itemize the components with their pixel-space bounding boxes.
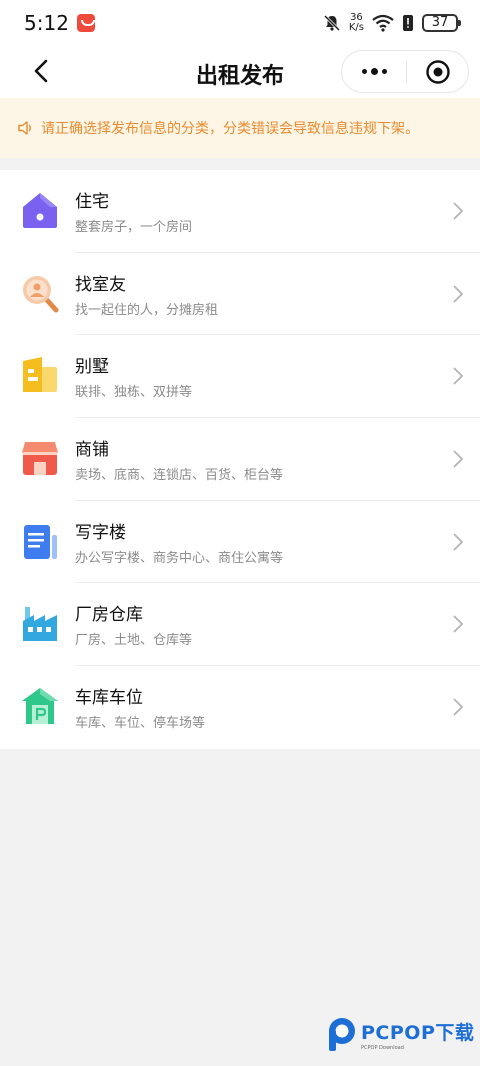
category-title: 写字楼 xyxy=(75,522,126,543)
category-subtitle: 找一起住的人，分摊房租 xyxy=(75,302,219,318)
more-dot-center xyxy=(370,68,378,75)
garage-icon xyxy=(22,688,58,725)
watermark-text: PCPOP下载 xyxy=(361,1021,475,1044)
close-mini-program-button[interactable] xyxy=(407,51,469,92)
back-arrow-icon[interactable] xyxy=(30,58,56,84)
alert-sim-icon xyxy=(403,15,413,31)
category-item-shop[interactable]: 商铺 卖场、底商、连锁店、百货、柜台等 xyxy=(0,418,480,501)
battery-indicator: 37 xyxy=(422,14,461,32)
pcpop-logo-icon xyxy=(329,1018,355,1051)
chevron-right-icon xyxy=(453,285,464,303)
category-subtitle: 办公写字楼、商务中心、商住公寓等 xyxy=(75,550,284,566)
category-subtitle: 厂房、土地、仓库等 xyxy=(75,633,193,649)
network-speed: 36 K/s xyxy=(349,13,364,33)
category-item-office[interactable]: 写字楼 办公写字楼、商务中心、商住公寓等 xyxy=(0,501,480,584)
more-dots-icon xyxy=(361,69,367,74)
watermark: PCPOP下载 PCPOP Download xyxy=(325,1014,475,1054)
category-subtitle: 车库、车位、停车场等 xyxy=(75,716,206,732)
factory-icon xyxy=(23,607,57,642)
target-close-icon xyxy=(426,59,450,84)
category-subtitle: 联排、独栋、双拼等 xyxy=(75,385,193,401)
villa-icon xyxy=(23,357,57,393)
status-bar: 5:12 36 K/s 37 xyxy=(0,0,480,46)
chevron-right-icon xyxy=(453,450,464,468)
status-indicators: 36 K/s 37 xyxy=(323,13,461,33)
app-notification-icon xyxy=(76,14,95,32)
mini-program-capsule xyxy=(341,50,469,93)
nav-bar: 出租发布 xyxy=(0,46,480,98)
category-title: 商铺 xyxy=(75,440,109,461)
chevron-right-icon xyxy=(453,698,464,716)
category-subtitle: 整套房子，一个房间 xyxy=(75,220,193,235)
more-options-button[interactable] xyxy=(342,51,406,92)
category-item-villa[interactable]: 别墅 联排、独栋、双拼等 xyxy=(0,335,480,419)
chevron-right-icon xyxy=(453,367,464,386)
category-title: 厂房仓库 xyxy=(75,605,143,626)
category-item-factory-warehouse[interactable]: 厂房仓库 厂房、土地、仓库等 xyxy=(0,583,480,667)
shop-icon xyxy=(22,442,58,476)
notice-text: 请正确选择发布信息的分类，分类错误会导致信息违规下架。 xyxy=(41,121,419,137)
house-icon xyxy=(23,193,57,228)
category-title: 车库车位 xyxy=(75,688,143,709)
category-title: 住宅 xyxy=(75,192,109,212)
wifi-icon xyxy=(372,14,394,32)
office-icon xyxy=(24,524,57,559)
more-dot-right xyxy=(381,69,387,74)
chevron-right-icon xyxy=(453,202,464,220)
category-item-find-roommate[interactable]: 找室友 找一起住的人，分摊房租 xyxy=(0,253,480,336)
status-time: 5:12 xyxy=(24,11,69,35)
chevron-right-icon xyxy=(453,615,464,634)
mute-bell-icon xyxy=(323,14,340,32)
category-item-garage-parking[interactable]: 车库车位 车库、车位、停车场等 xyxy=(0,666,480,749)
category-title: 找室友 xyxy=(75,274,126,295)
category-list: 住宅 整套房子，一个房间 找室友 找一起住的人，分摊房租 别墅 联排、独栋、双拼… xyxy=(0,170,480,749)
category-subtitle: 卖场、底商、连锁店、百货、柜台等 xyxy=(75,468,284,484)
speaker-icon xyxy=(18,121,31,135)
watermark-subtext: PCPOP Download xyxy=(361,1044,404,1051)
chevron-right-icon xyxy=(453,533,464,551)
category-title: 别墅 xyxy=(75,357,109,378)
category-item-residential[interactable]: 住宅 整套房子，一个房间 xyxy=(0,170,480,253)
find-roommate-icon xyxy=(23,275,59,313)
notice-banner: 请正确选择发布信息的分类，分类错误会导致信息违规下架。 xyxy=(0,98,480,158)
network-speed-unit: K/s xyxy=(348,22,364,33)
